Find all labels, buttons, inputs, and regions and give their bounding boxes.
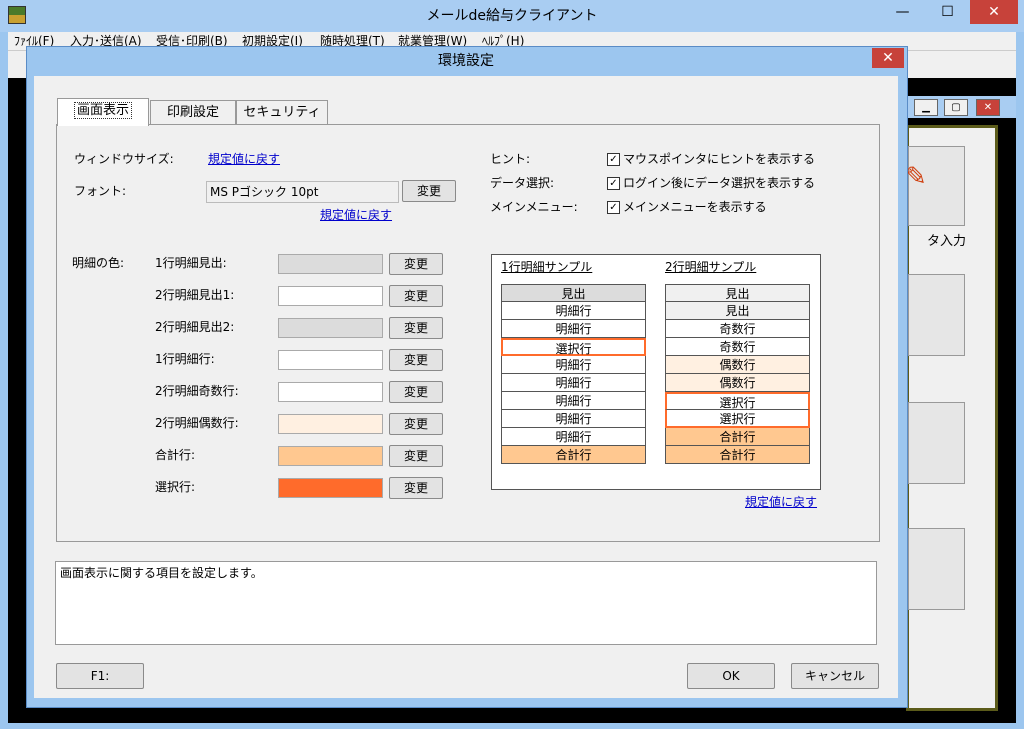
sample1-row: 明細行 — [501, 392, 646, 410]
sample1-table: 見出 明細行 明細行 選択行 明細行 明細行 明細行 明細行 明細行 合計行 — [501, 284, 646, 464]
sample2-row: 奇数行 — [665, 338, 810, 356]
main-window-title: メールde給与クライアント — [426, 8, 598, 24]
hint-label: ヒント: — [490, 152, 531, 166]
sample2-table: 見出 見出 奇数行 奇数行 偶数行 偶数行 選択行 選択行 合計行 合計行 — [665, 284, 810, 464]
sample2-row: 選択行 — [665, 410, 810, 428]
menu-button-4[interactable] — [908, 528, 965, 610]
menu-button-3[interactable] — [908, 402, 965, 484]
color-change-button[interactable]: 変更 — [389, 381, 443, 403]
sample1-row: 明細行 — [501, 302, 646, 320]
hint-check-label: マウスポインタにヒントを表示する — [623, 152, 816, 166]
color-row-label: 2行明細偶数行: — [155, 416, 239, 430]
sample2-row: 偶数行 — [665, 374, 810, 392]
color-swatch — [278, 350, 383, 370]
menu-button-2[interactable] — [908, 274, 965, 356]
description-box: 画面表示に関する項目を設定します。 — [55, 561, 877, 645]
tab-print[interactable]: 印刷設定 — [150, 100, 236, 125]
dialog-close-icon[interactable]: ✕ — [872, 48, 904, 68]
color-change-button[interactable]: 変更 — [389, 445, 443, 467]
tab-security[interactable]: セキュリティ — [236, 100, 328, 125]
color-reset-link[interactable]: 規定値に戻す — [745, 493, 817, 510]
sample1-row: 見出 — [501, 284, 646, 302]
color-swatch — [278, 478, 383, 498]
color-change-button[interactable]: 変更 — [389, 477, 443, 499]
color-change-button[interactable]: 変更 — [389, 317, 443, 339]
color-swatch — [278, 318, 383, 338]
detail-color-label: 明細の色: — [72, 256, 125, 270]
color-change-button[interactable]: 変更 — [389, 253, 443, 275]
data-input-label: タ入力 — [926, 234, 966, 249]
color-row-label: 2行明細奇数行: — [155, 384, 239, 398]
sample2-row: 合計行 — [665, 446, 810, 464]
main-menu-label: メインメニュー: — [490, 200, 578, 214]
cancel-button[interactable]: キャンセル — [791, 663, 879, 689]
color-row-label: 合計行: — [155, 448, 196, 462]
sample2-row: 見出 — [665, 284, 810, 302]
color-row-label: 1行明細見出: — [155, 256, 227, 270]
color-swatch — [278, 254, 383, 274]
data-select-checkbox[interactable]: ✓ — [607, 177, 620, 190]
main-menu-checkbox[interactable]: ✓ — [607, 201, 620, 214]
data-select-label: データ選択: — [490, 176, 555, 190]
sample2-row: 合計行 — [665, 428, 810, 446]
color-change-button[interactable]: 変更 — [389, 413, 443, 435]
font-reset-link[interactable]: 規定値に戻す — [320, 206, 392, 223]
color-row-label: 1行明細行: — [155, 352, 215, 366]
sample2-row: 偶数行 — [665, 356, 810, 374]
sample1-row: 選択行 — [501, 338, 646, 356]
dialog-title: 環境設定 — [438, 53, 494, 69]
pencil-icon: ✎ — [905, 162, 927, 192]
color-row-label: 2行明細見出2: — [155, 320, 235, 334]
sample2-title: 2行明細サンプル — [665, 260, 757, 274]
tab-display[interactable]: 画面表示 — [57, 98, 149, 126]
font-field: MS Pゴシック 10pt — [206, 181, 399, 203]
sample1-row: 明細行 — [501, 356, 646, 374]
color-swatch — [278, 446, 383, 466]
child-maximize-icon[interactable]: ▢ — [944, 99, 968, 116]
ok-button[interactable]: OK — [687, 663, 775, 689]
color-row-label: 2行明細見出1: — [155, 288, 235, 302]
font-label: フォント: — [74, 184, 127, 198]
color-change-button[interactable]: 変更 — [389, 349, 443, 371]
color-change-button[interactable]: 変更 — [389, 285, 443, 307]
close-icon[interactable]: ✕ — [970, 0, 1018, 24]
window-size-label: ウィンドウサイズ: — [74, 152, 174, 166]
sample1-row: 明細行 — [501, 320, 646, 338]
sample2-row: 選択行 — [665, 392, 810, 410]
color-swatch — [278, 382, 383, 402]
color-swatch — [278, 414, 383, 434]
minimize-icon[interactable]: — — [880, 0, 925, 24]
color-row-label: 選択行: — [155, 480, 196, 494]
child-minimize-icon[interactable]: ▁ — [914, 99, 938, 116]
sample2-row: 見出 — [665, 302, 810, 320]
color-swatch — [278, 286, 383, 306]
f1-button[interactable]: F1: — [56, 663, 144, 689]
data-select-check-label: ログイン後にデータ選択を表示する — [623, 176, 816, 190]
maximize-icon[interactable]: ☐ — [925, 0, 970, 24]
font-change-button[interactable]: 変更 — [402, 180, 456, 202]
window-size-reset-link[interactable]: 規定値に戻す — [208, 150, 280, 167]
sample2-row: 奇数行 — [665, 320, 810, 338]
sample1-row: 合計行 — [501, 446, 646, 464]
sample1-row: 明細行 — [501, 410, 646, 428]
sample1-row: 明細行 — [501, 374, 646, 392]
child-close-icon[interactable]: ✕ — [976, 99, 1000, 116]
hint-checkbox[interactable]: ✓ — [607, 153, 620, 166]
sample1-row: 明細行 — [501, 428, 646, 446]
sample1-title: 1行明細サンプル — [501, 260, 593, 274]
main-menu-check-label: メインメニューを表示する — [623, 200, 767, 214]
